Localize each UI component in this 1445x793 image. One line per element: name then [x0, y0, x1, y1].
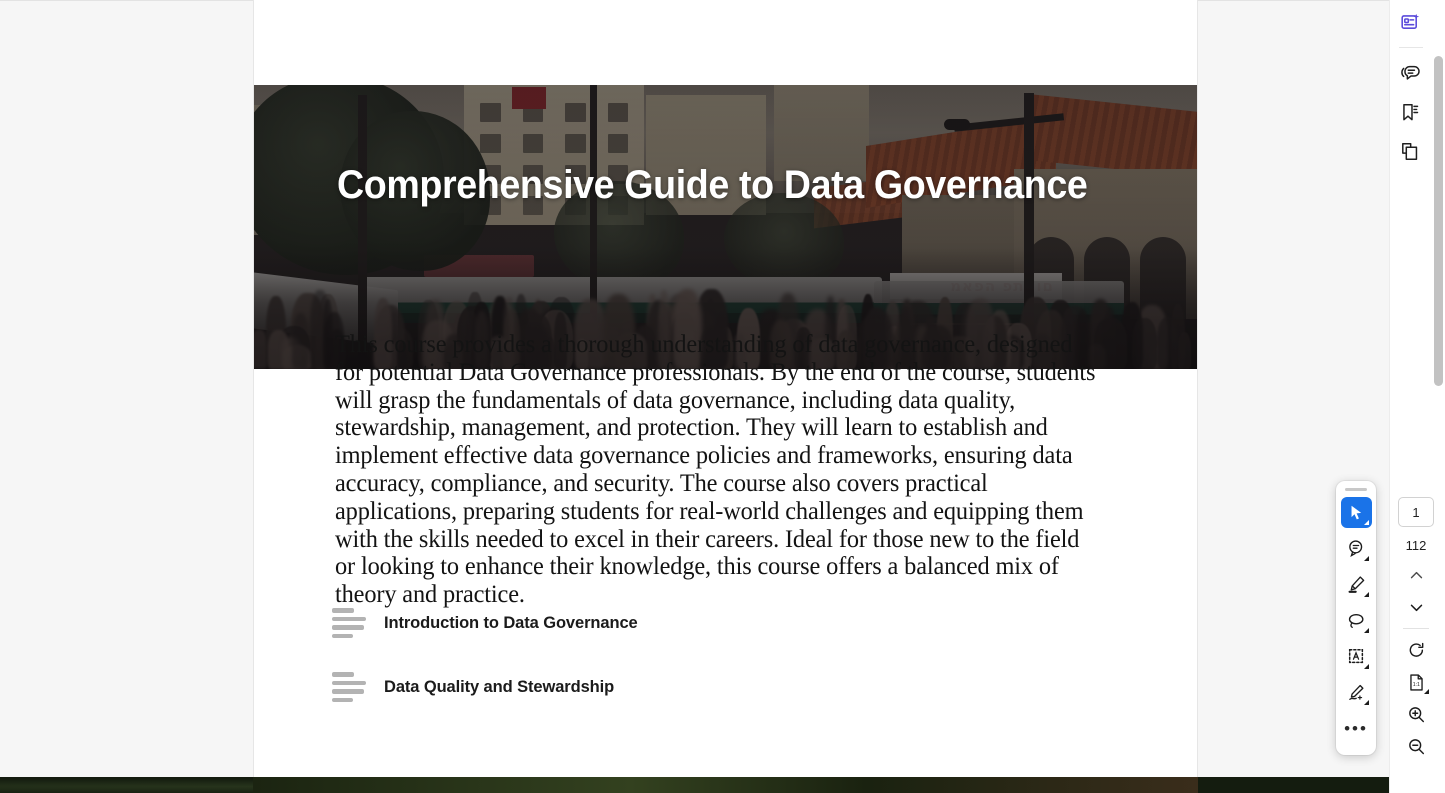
- previous-page-button[interactable]: [1400, 559, 1432, 591]
- select-tool-caret: [1363, 520, 1369, 525]
- lasso-tool[interactable]: [1341, 605, 1372, 636]
- more-tools[interactable]: •••: [1341, 713, 1372, 744]
- next-page-hero-image: [253, 777, 1198, 793]
- document-page[interactable]: םואתפ הפאמ Compreh: [253, 0, 1198, 789]
- total-pages-label: 112: [1405, 538, 1427, 553]
- more-tools-label: •••: [1344, 718, 1368, 738]
- zoom-out-button[interactable]: [1400, 730, 1432, 762]
- signature-tool-caret: [1363, 700, 1369, 705]
- body-paragraph: This course provides a thorough understa…: [335, 329, 1096, 609]
- page-title: Comprehensive Guide to Data Governance: [337, 163, 1088, 207]
- palette-drag-handle[interactable]: [1345, 488, 1367, 491]
- fit-page-caret: [1424, 689, 1429, 694]
- fit-page-button[interactable]: 1:1: [1400, 666, 1432, 698]
- bookmarks-icon[interactable]: [1395, 96, 1427, 128]
- chapter-item[interactable]: Introduction to Data Governance: [332, 600, 1132, 646]
- thumbnails-icon[interactable]: [1395, 135, 1427, 167]
- page-navigation-column: 112 1:1: [1396, 497, 1436, 762]
- rotate-button[interactable]: [1400, 634, 1432, 666]
- text-select-tool[interactable]: [1341, 641, 1372, 672]
- page-number-input[interactable]: [1398, 497, 1434, 527]
- list-lines-icon: [332, 608, 370, 638]
- select-tool[interactable]: [1340, 497, 1372, 528]
- chapter-list: Introduction to Data Governance Data Qua…: [332, 600, 1132, 728]
- list-lines-icon: [332, 672, 370, 702]
- lasso-tool-caret: [1363, 628, 1369, 633]
- chapter-label: Introduction to Data Governance: [384, 613, 638, 632]
- next-page-preview[interactable]: [0, 777, 1389, 793]
- comments-icon[interactable]: [1395, 57, 1427, 89]
- svg-text:1:1: 1:1: [1412, 682, 1419, 688]
- zoom-in-button[interactable]: [1400, 698, 1432, 730]
- pdf-viewer-window: םואתפ הפאמ Compreh: [0, 0, 1445, 793]
- hero-image: םואתפ הפאמ Compreh: [254, 85, 1197, 369]
- scrollbar-thumb[interactable]: [1434, 56, 1443, 386]
- ai-summary-icon[interactable]: [1395, 6, 1427, 38]
- annotation-tool-palette[interactable]: •••: [1336, 481, 1376, 755]
- signature-tool[interactable]: [1341, 677, 1372, 708]
- highlight-tool-caret: [1363, 592, 1369, 597]
- hero-dark-overlay: [254, 85, 1197, 369]
- highlight-tool[interactable]: [1341, 569, 1372, 600]
- chapter-label: Data Quality and Stewardship: [384, 677, 615, 696]
- comment-tool[interactable]: [1341, 533, 1372, 564]
- nav-divider: [1403, 628, 1429, 629]
- comment-tool-caret: [1363, 556, 1369, 561]
- text-select-tool-caret: [1363, 664, 1369, 669]
- rail-divider: [1398, 47, 1423, 48]
- next-page-button[interactable]: [1400, 591, 1432, 623]
- chapter-item[interactable]: Data Quality and Stewardship: [332, 664, 1132, 710]
